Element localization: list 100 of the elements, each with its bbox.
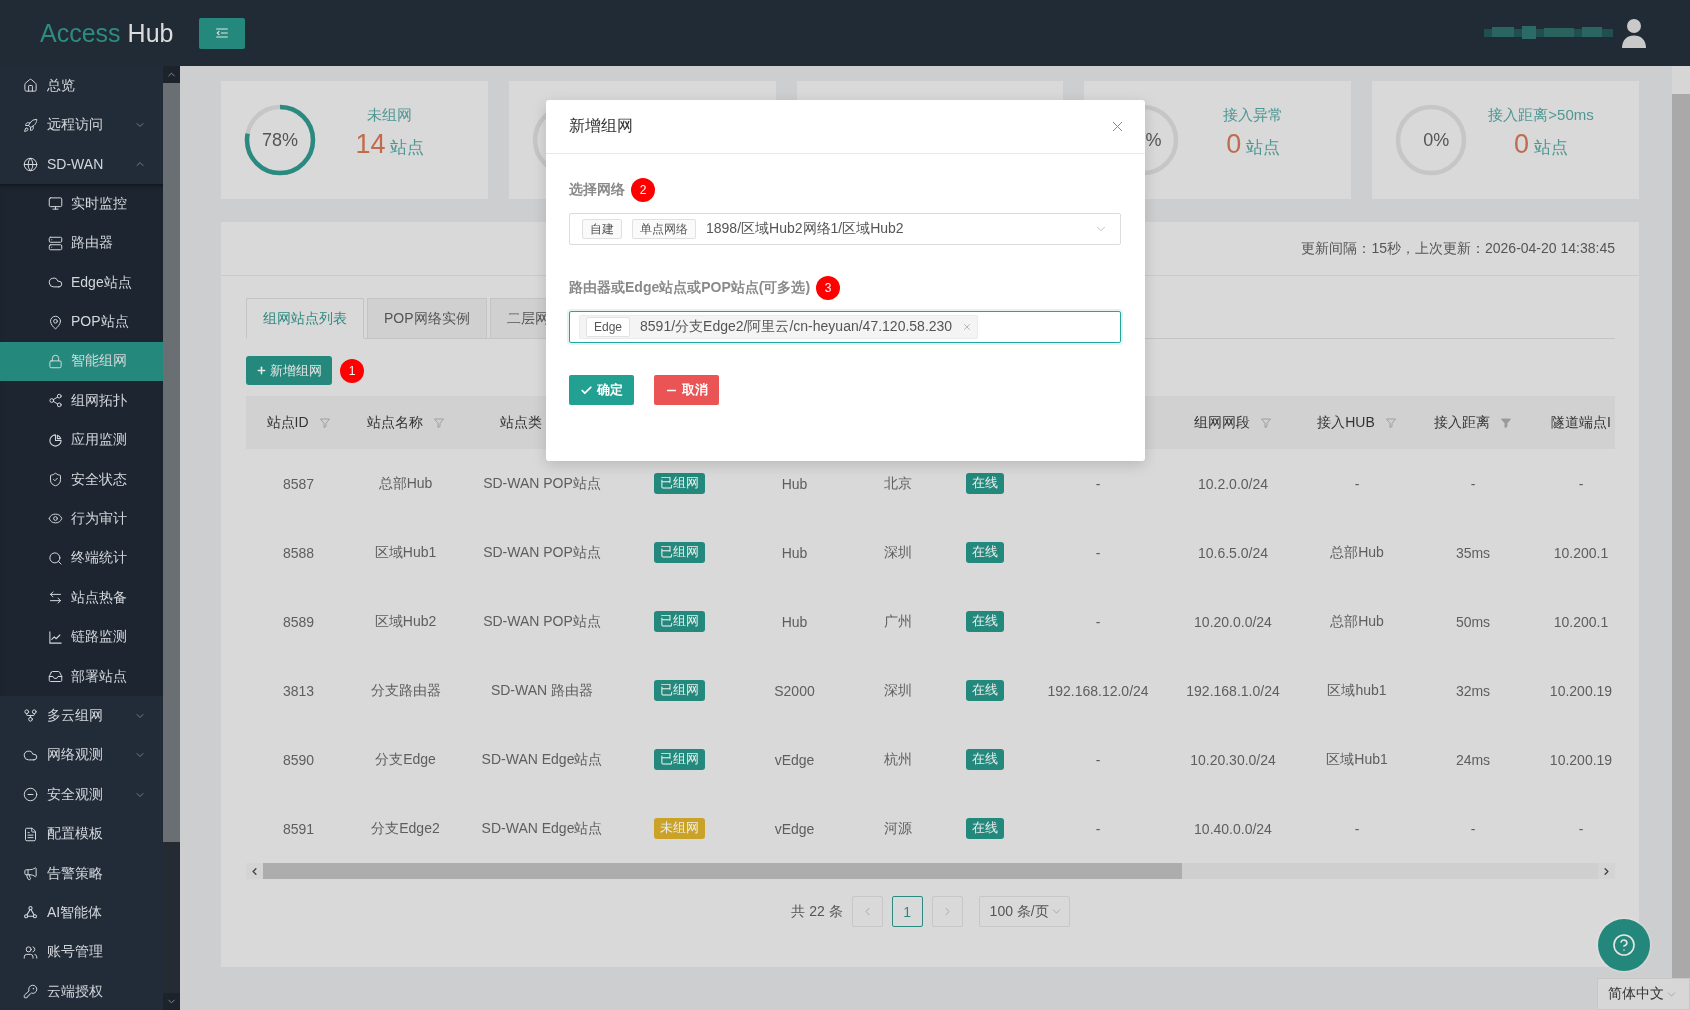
column-header[interactable]: 站点类 (500, 413, 542, 432)
nav-item[interactable]: 远程访问 (0, 105, 163, 145)
table-cell: 北京 (883, 474, 912, 493)
scroll-button[interactable] (1598, 863, 1615, 879)
page-size-select[interactable]: 100 条/页 (978, 896, 1070, 927)
nav-item[interactable]: 网络观测 (0, 735, 163, 776)
stat-count: 14 (355, 129, 386, 159)
table-cell: - (1354, 475, 1360, 492)
nav-item[interactable]: 账号管理 (0, 932, 163, 972)
ring-percent: 0% (1422, 129, 1450, 151)
status-tag: 在线 (966, 473, 1004, 494)
status-tag: 已组网 (653, 680, 705, 701)
step-badge: 1 (340, 358, 364, 383)
column-header[interactable]: 站点名称 (366, 413, 423, 432)
column-header[interactable]: 站点ID (266, 413, 309, 432)
chip-text: 8591/分支Edge2/阿里云/cn-heyuan/47.120.58.230 (640, 318, 953, 336)
nav-item[interactable]: 部署站点 (0, 656, 163, 697)
filter-icon[interactable] (432, 416, 445, 429)
filter-icon[interactable] (318, 416, 331, 429)
nav-item[interactable]: 站点热备 (0, 578, 163, 618)
table-cell: 区域Hub1 (374, 543, 437, 562)
scroll-button[interactable] (163, 993, 180, 1010)
nav-item[interactable]: SD-WAN (0, 144, 163, 185)
user-avatar-icon[interactable] (1621, 18, 1647, 48)
table-cell: 8590 (282, 751, 315, 768)
arrows-icon (48, 590, 63, 606)
table-cell: SD-WAN POP站点 (483, 612, 601, 631)
shield-check-icon (48, 472, 63, 488)
table-cell: Hub (781, 544, 808, 561)
filter-icon[interactable] (1260, 416, 1272, 429)
add-button[interactable]: 新增组网 (246, 356, 332, 385)
nav-item[interactable]: 安全状态 (0, 459, 163, 500)
language-select[interactable]: 简体中文 (1597, 978, 1690, 1010)
table-cell: 区域Hub2 (374, 612, 437, 631)
column-header[interactable]: 组网网段 (1194, 413, 1250, 432)
nav-item[interactable]: 云端授权 (0, 972, 163, 1010)
table-cell: 10.200.1 (1553, 613, 1609, 630)
monitor-icon (48, 196, 63, 212)
table-cell: 深圳 (883, 681, 912, 700)
server-icon (48, 235, 63, 251)
filter-icon[interactable] (1500, 416, 1512, 429)
field-label: 选择网络 (569, 181, 625, 199)
scroll-button[interactable] (246, 863, 263, 879)
nav-item[interactable]: AI智能体 (0, 893, 163, 933)
pie-chart-icon (48, 432, 63, 448)
scrollbar-thumb[interactable] (163, 83, 180, 842)
nav-item[interactable]: 告警策略 (0, 853, 163, 894)
column-header[interactable]: 接入HUB (1317, 413, 1375, 432)
remove-icon[interactable] (962, 322, 973, 332)
multi-select-field[interactable]: Edge 8591/分支Edge2/阿里云/cn-heyuan/47.120.58.230 (569, 311, 1121, 343)
field-label: 路由器或Edge站点或POP站点(可多选) (569, 279, 811, 297)
nav-item[interactable]: 行为审计 (0, 499, 163, 539)
nav-item[interactable]: 链路监测 (0, 617, 163, 657)
cloud-icon (23, 747, 38, 763)
table-cell: 10.200.19 (1549, 751, 1613, 768)
cancel-button[interactable]: 取消 (654, 375, 719, 405)
prev-page-button[interactable] (851, 896, 883, 927)
table-cell: 分支Edge2 (371, 819, 440, 838)
chevron-left-icon (249, 865, 260, 877)
next-page-button[interactable] (931, 896, 963, 927)
nav-item[interactable]: 安全观测 (0, 775, 163, 815)
nav-item[interactable]: 多云组网 (0, 696, 163, 736)
minus-circle-icon (23, 787, 38, 803)
filter-icon[interactable] (1384, 416, 1397, 429)
menu-button[interactable] (199, 17, 246, 49)
key-icon (23, 984, 38, 1000)
select-field[interactable]: 自建 单点网络 1898/区域Hub2网络1/区域Hub2 (569, 213, 1121, 245)
help-icon (1612, 933, 1636, 957)
plus-icon (256, 365, 267, 376)
nav-item[interactable]: 配置模板 (0, 814, 163, 854)
nav-item[interactable]: 路由器 (0, 223, 163, 263)
nav-item[interactable]: 总览 (0, 66, 163, 106)
help-button[interactable] (1598, 919, 1650, 971)
share-icon (48, 393, 63, 409)
table-cell: 10.200.1 (1553, 544, 1609, 561)
table-cell: - (1095, 613, 1101, 630)
table-cell: - (1095, 475, 1101, 492)
table-cell: 深圳 (883, 543, 912, 562)
nav-item[interactable]: Edge站点 (0, 262, 163, 303)
column-header[interactable]: 接入距离 (1434, 413, 1490, 432)
nav-item[interactable]: 应用监测 (0, 420, 163, 460)
table-cell: 10.20.30.0/24 (1190, 751, 1276, 768)
scroll-button[interactable] (163, 66, 180, 83)
nav-item[interactable]: 终端统计 (0, 538, 163, 579)
nav-item[interactable]: 实时监控 (0, 184, 163, 224)
status-tag: 已组网 (653, 473, 705, 494)
scrollbar-thumb[interactable] (263, 863, 1182, 879)
table-cell: 杭州 (883, 750, 912, 769)
table-cell: 35ms (1455, 544, 1491, 561)
tab[interactable]: POP网络实例 (367, 298, 487, 339)
table-cell: 8591 (282, 820, 315, 837)
total-count: 共 22 条 (791, 902, 843, 921)
table-cell: 10.200.19 (1549, 682, 1613, 699)
check-icon (580, 383, 593, 397)
table-cell: 河源 (883, 819, 912, 838)
table-cell: 8588 (282, 544, 315, 561)
nav-item[interactable]: POP站点 (0, 302, 163, 342)
chevron-right-icon (1601, 865, 1612, 877)
nav-item[interactable]: 组网拓扑 (0, 381, 163, 421)
column-header[interactable]: 隧道端点I (1551, 413, 1611, 432)
